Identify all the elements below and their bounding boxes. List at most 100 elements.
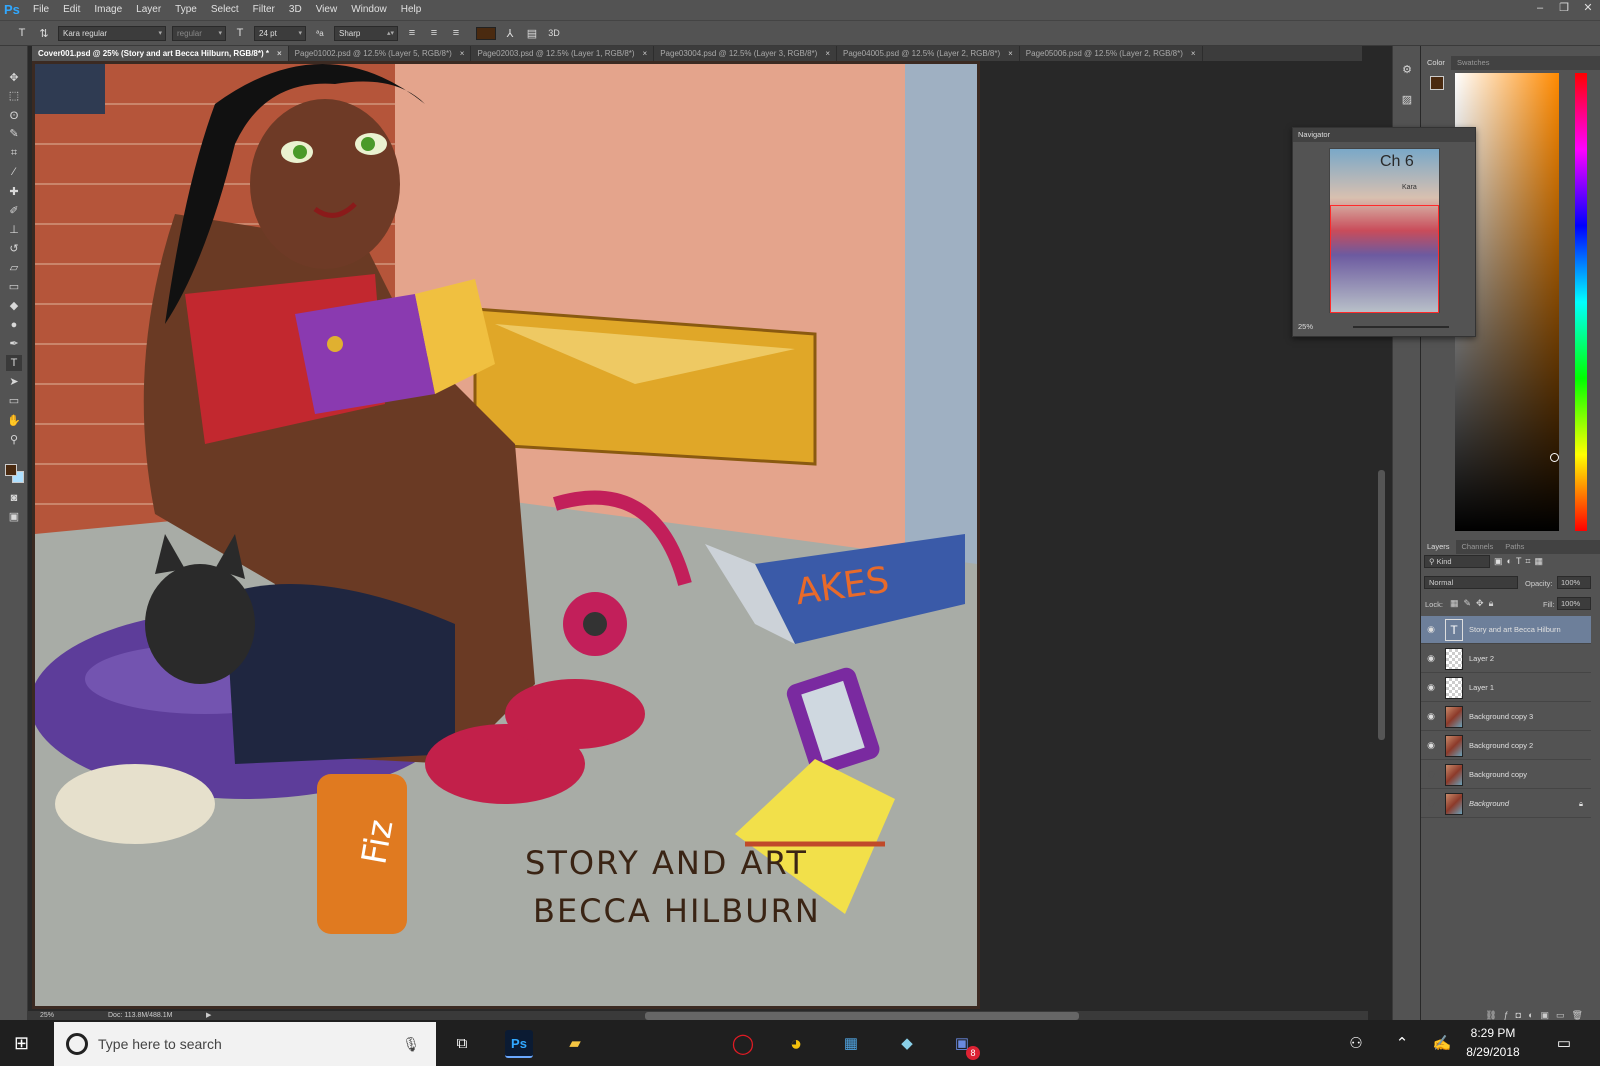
lasso-tool-icon[interactable]: ʘ bbox=[6, 108, 22, 124]
photoshop-taskbar-icon[interactable]: Ps bbox=[505, 1030, 533, 1058]
hand-tool-icon[interactable]: ✋ bbox=[6, 413, 22, 429]
opera-icon[interactable]: ◯ bbox=[729, 1030, 757, 1058]
pen-tool-icon[interactable]: ✒ bbox=[6, 336, 22, 352]
show-hidden-icons-chevron[interactable]: ⌃ bbox=[1388, 1030, 1416, 1058]
gradient-tool-icon[interactable]: ▭ bbox=[6, 279, 22, 295]
color-foreground-swatch[interactable] bbox=[1430, 76, 1444, 90]
layer-row[interactable]: ◉ Layer 2 bbox=[1421, 645, 1591, 673]
fill-field[interactable]: 100% bbox=[1557, 597, 1591, 610]
align-right-icon[interactable]: ≡ bbox=[448, 27, 464, 39]
menu-select[interactable]: Select bbox=[204, 0, 246, 20]
opacity-field[interactable]: 100% bbox=[1557, 576, 1591, 589]
tab-cover001[interactable]: Cover001.psd @ 25% (Story and art Becca … bbox=[32, 46, 289, 61]
task-view-icon[interactable]: ⧉ bbox=[448, 1030, 476, 1058]
layer-row[interactable]: ◉ Layer 1 bbox=[1421, 674, 1591, 702]
tab-page03004[interactable]: Page03004.psd @ 12.5% (Layer 3, RGB/8*) × bbox=[654, 46, 837, 61]
chrome-icon[interactable]: ◕ bbox=[782, 1030, 810, 1058]
font-style-select[interactable]: regular ▾ bbox=[172, 25, 226, 41]
close-icon[interactable]: × bbox=[1191, 49, 1196, 58]
windows-start-icon[interactable]: ⊞ bbox=[14, 1032, 36, 1054]
notes-app-icon[interactable]: ◆ bbox=[893, 1030, 921, 1058]
character-panel-icon[interactable]: ▤ bbox=[524, 27, 540, 40]
type-tool-preset-icon[interactable]: T bbox=[14, 27, 30, 39]
zoom-tool-icon[interactable]: ⚲ bbox=[6, 432, 22, 448]
marquee-tool-icon[interactable]: ⬚ bbox=[6, 88, 22, 104]
lock-icons[interactable]: ▦✎✥🔒︎ bbox=[1450, 598, 1498, 609]
crop-tool-icon[interactable]: ⌗ bbox=[6, 145, 22, 161]
path-selection-tool-icon[interactable]: ➤ bbox=[6, 374, 22, 390]
text-orientation-icon[interactable]: ⇅ bbox=[36, 27, 52, 40]
close-icon[interactable]: × bbox=[825, 49, 830, 58]
eraser-tool-icon[interactable]: ▱ bbox=[6, 260, 22, 276]
tab-page04005[interactable]: Page04005.psd @ 12.5% (Layer 2, RGB/8*) × bbox=[837, 46, 1020, 61]
eye-icon[interactable]: ◉ bbox=[1421, 653, 1441, 664]
quick-mask-icon[interactable]: ◙ bbox=[6, 490, 22, 506]
eyedropper-tool-icon[interactable]: ⁄ bbox=[6, 164, 22, 180]
history-panel-icon[interactable]: ⚙ bbox=[1399, 62, 1415, 78]
align-left-icon[interactable]: ≡ bbox=[404, 27, 420, 39]
menu-image[interactable]: Image bbox=[87, 0, 129, 20]
restore-button[interactable]: ❐ bbox=[1552, 0, 1576, 18]
navigator-zoom-slider[interactable] bbox=[1353, 326, 1449, 328]
people-icon[interactable]: ⚇ bbox=[1342, 1030, 1370, 1058]
anti-alias-select[interactable]: Sharp ▴▾ bbox=[334, 25, 398, 41]
microphone-icon[interactable]: 🎙︎ bbox=[402, 1036, 420, 1053]
tab-page02003[interactable]: Page02003.psd @ 12.5% (Layer 1, RGB/8*) × bbox=[471, 46, 655, 61]
tab-color[interactable]: Color bbox=[1421, 56, 1451, 70]
brush-tool-icon[interactable]: ✐ bbox=[6, 203, 22, 219]
tab-channels[interactable]: Channels bbox=[1456, 540, 1500, 554]
taskbar-search-box[interactable]: Type here to search 🎙︎ bbox=[54, 1022, 436, 1066]
clone-stamp-tool-icon[interactable]: ⊥ bbox=[6, 222, 22, 238]
align-center-icon[interactable]: ≡ bbox=[426, 27, 442, 39]
eye-off-icon[interactable]: ◉ bbox=[1421, 769, 1441, 780]
tab-page01002[interactable]: Page01002.psd @ 12.5% (Layer 5, RGB/8*) × bbox=[289, 46, 472, 61]
navigator-title[interactable]: Navigator bbox=[1293, 128, 1475, 142]
artwork-canvas[interactable]: AKES Fiz STORY AND ART BECCA HILBURN bbox=[32, 61, 980, 1009]
menu-file[interactable]: File bbox=[26, 0, 56, 20]
file-explorer-icon[interactable]: ▰ bbox=[561, 1030, 589, 1058]
eye-icon[interactable]: ◉ bbox=[1421, 682, 1441, 693]
quick-select-tool-icon[interactable]: ✎ bbox=[6, 126, 22, 142]
minimize-button[interactable]: – bbox=[1528, 0, 1552, 18]
menu-filter[interactable]: Filter bbox=[246, 0, 282, 20]
eye-icon[interactable]: ◉ bbox=[1421, 624, 1441, 635]
eye-icon[interactable]: ◉ bbox=[1421, 740, 1441, 751]
eye-icon[interactable]: ◉ bbox=[1421, 711, 1441, 722]
text-color-swatch[interactable] bbox=[476, 26, 496, 40]
hue-slider[interactable] bbox=[1575, 73, 1587, 531]
layer-filter-icons[interactable]: ▣◐T⌗▦ bbox=[1494, 555, 1588, 568]
dodge-tool-icon[interactable]: ● bbox=[6, 317, 22, 333]
menu-help[interactable]: Help bbox=[394, 0, 429, 20]
layer-row[interactable]: ◉ T Story and art Becca Hilburn bbox=[1421, 616, 1591, 644]
eye-off-icon[interactable]: ◉ bbox=[1421, 798, 1441, 809]
system-clock[interactable]: 8:29 PM 8/29/2018 bbox=[1452, 1024, 1534, 1062]
tab-page05006[interactable]: Page05006.psd @ 12.5% (Layer 2, RGB/8*) × bbox=[1020, 46, 1203, 61]
color-picker-cursor[interactable] bbox=[1550, 453, 1559, 462]
close-icon[interactable]: × bbox=[1008, 49, 1013, 58]
screen-mode-icon[interactable]: ▣ bbox=[6, 509, 22, 525]
blend-mode-select[interactable]: Normal bbox=[1424, 576, 1518, 589]
foreground-color-swatch[interactable] bbox=[5, 464, 17, 476]
navigator-view-rectangle[interactable] bbox=[1330, 205, 1439, 313]
menu-window[interactable]: Window bbox=[344, 0, 394, 20]
close-icon[interactable]: × bbox=[277, 49, 282, 58]
vertical-scrollbar[interactable] bbox=[1378, 470, 1385, 740]
menu-type[interactable]: Type bbox=[168, 0, 204, 20]
layer-row[interactable]: ◉ Background copy 2 bbox=[1421, 732, 1591, 760]
horizontal-scrollbar[interactable] bbox=[645, 1012, 1079, 1020]
tab-paths[interactable]: Paths bbox=[1499, 540, 1530, 554]
font-family-select[interactable]: Kara regular ▾ bbox=[58, 25, 166, 41]
3d-button[interactable]: 3D bbox=[546, 28, 562, 38]
warp-text-icon[interactable]: ⅄ bbox=[502, 27, 518, 40]
blur-tool-icon[interactable]: ◆ bbox=[6, 298, 22, 314]
type-tool-icon[interactable]: T bbox=[6, 355, 22, 371]
move-tool-icon[interactable]: ✥ bbox=[6, 70, 22, 86]
close-icon[interactable]: × bbox=[643, 49, 648, 58]
history-brush-tool-icon[interactable]: ↺ bbox=[6, 241, 22, 257]
app-icon[interactable]: ▦ bbox=[837, 1030, 865, 1058]
action-center-icon[interactable]: ▭ bbox=[1550, 1030, 1578, 1058]
menu-layer[interactable]: Layer bbox=[129, 0, 168, 20]
navigator-zoom[interactable]: 25% bbox=[1298, 322, 1313, 331]
healing-brush-tool-icon[interactable]: ✚ bbox=[6, 184, 22, 200]
menu-view[interactable]: View bbox=[309, 0, 345, 20]
